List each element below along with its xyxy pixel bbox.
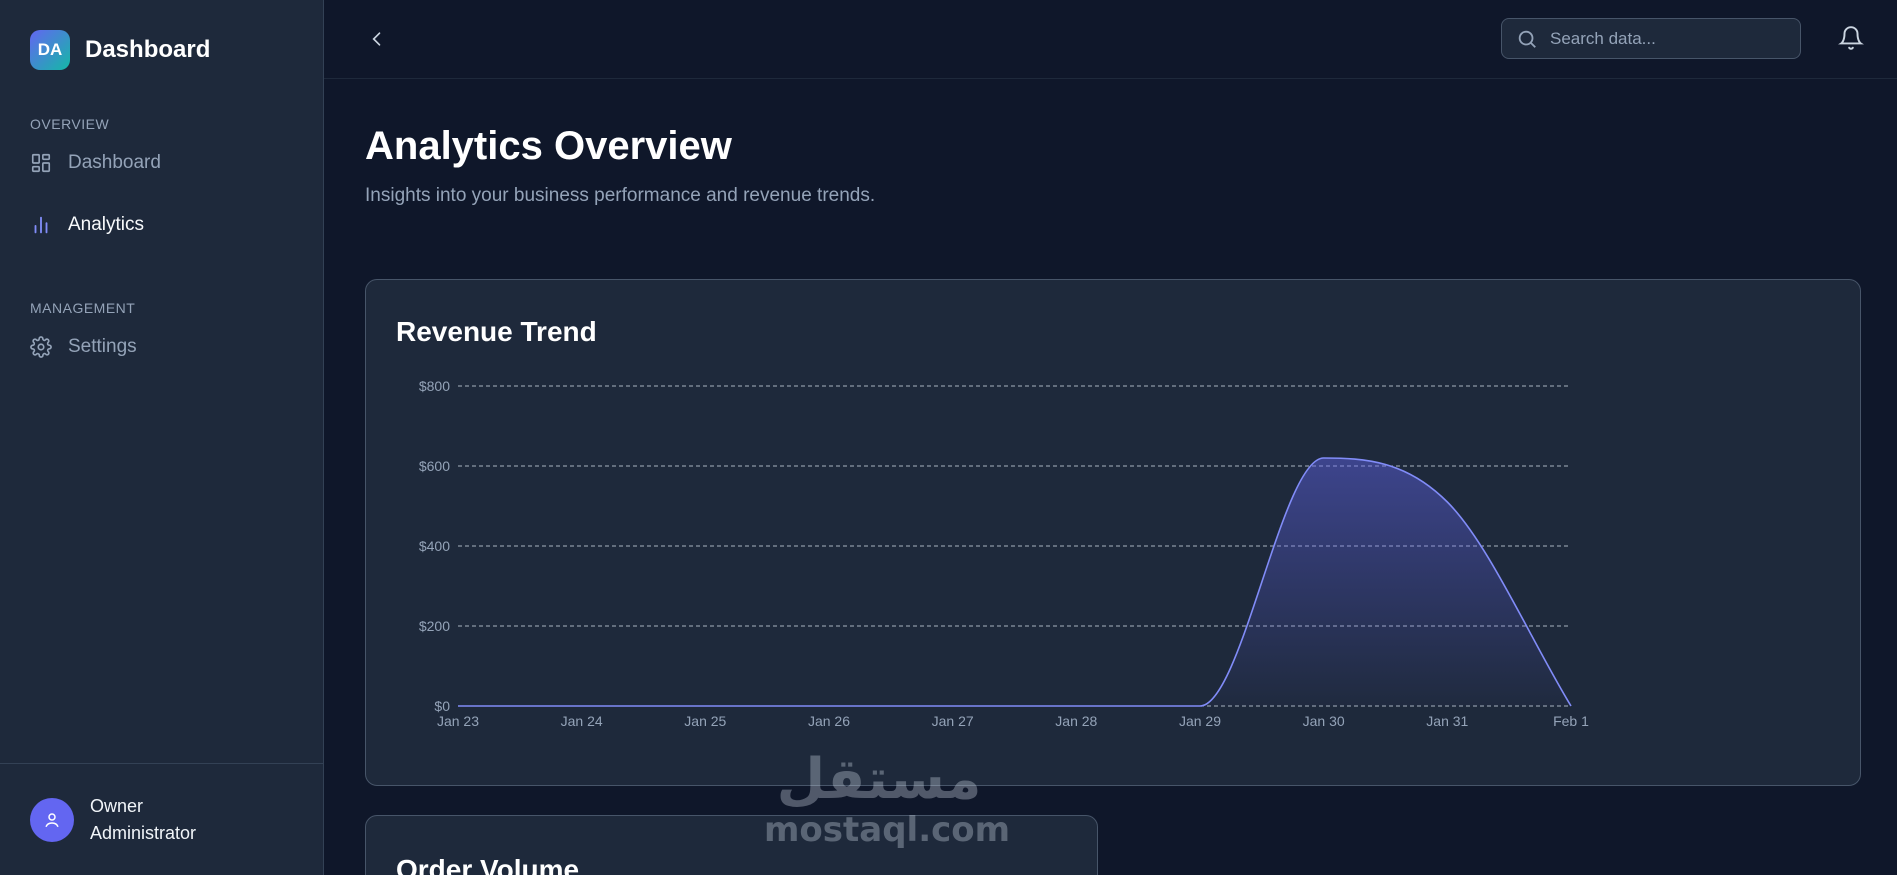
sidebar-item-label: Settings (68, 336, 137, 357)
user-name-line1: Owner (90, 795, 144, 816)
avatar (30, 797, 74, 842)
x-tick-label: Jan 26 (808, 713, 850, 729)
search-input[interactable] (1550, 28, 1790, 49)
search-box[interactable] (1501, 18, 1801, 59)
chevron-left-icon (372, 32, 381, 46)
sidebar: DA Dashboard OVERVIEW Dashboard Analytic… (0, 0, 324, 875)
search-icon (1518, 30, 1536, 48)
x-tick-label: Jan 27 (932, 713, 974, 729)
user-name: Owner Administrator (90, 793, 196, 847)
x-tick-label: Jan 25 (684, 713, 726, 729)
user-role: Administrator (90, 822, 197, 843)
revenue-chart[interactable]: $0 $200 $400 $600 $800 Jan 23 Jan 24 Jan 25 Jan … (366, 280, 1862, 787)
user-profile[interactable]: Owner Administrator (0, 763, 323, 875)
x-tick-label: Jan 30 (1303, 713, 1345, 729)
x-tick-label: Jan 24 (561, 713, 603, 729)
section-label-overview: OVERVIEW (30, 116, 110, 132)
section-label-management: MANAGEMENT (30, 300, 136, 316)
revenue-trend-card: Revenue Trend $0 $200 $400 $600 $800 Jan 23 Ja… (365, 279, 1861, 786)
bar-chart-icon (30, 214, 52, 236)
sidebar-item-dashboard[interactable]: Dashboard (0, 132, 323, 194)
sidebar-item-settings[interactable]: Settings (0, 316, 323, 378)
sidebar-item-label: Analytics (68, 214, 145, 235)
card-title: Order Volume (396, 854, 580, 875)
x-tick-label: Feb 1 (1553, 713, 1589, 729)
back-button[interactable] (364, 26, 390, 52)
order-volume-card: Order Volume (365, 815, 1098, 875)
y-tick-label: $400 (419, 538, 450, 554)
brand[interactable]: DA Dashboard (0, 0, 323, 70)
x-tick-label: Jan 23 (437, 713, 479, 729)
page-title: Analytics Overview (365, 124, 732, 168)
page-subtitle: Insights into your business performance … (365, 185, 876, 206)
bell-icon (1838, 26, 1864, 50)
brand-logo: DA (30, 30, 70, 70)
y-tick-label: $800 (419, 378, 450, 394)
x-tick-label: Jan 29 (1179, 713, 1221, 729)
revenue-area (458, 458, 1571, 706)
y-tick-label: $0 (434, 698, 450, 714)
gear-icon (30, 336, 52, 358)
user-icon (45, 812, 59, 827)
grid-icon (30, 152, 52, 174)
app-root: DA Dashboard OVERVIEW Dashboard Analytic… (0, 0, 1897, 875)
sidebar-item-analytics[interactable]: Analytics (0, 194, 323, 256)
y-tick-label: $200 (419, 618, 450, 634)
x-tick-label: Jan 31 (1426, 713, 1468, 729)
sidebar-item-label: Dashboard (68, 152, 161, 173)
topbar (324, 0, 1897, 79)
x-tick-label: Jan 28 (1055, 713, 1097, 729)
brand-title: Dashboard (85, 36, 211, 63)
y-tick-label: $600 (419, 458, 450, 474)
main-content: Analytics Overview Insights into your bu… (324, 0, 1897, 875)
notifications-button[interactable] (1838, 25, 1866, 53)
